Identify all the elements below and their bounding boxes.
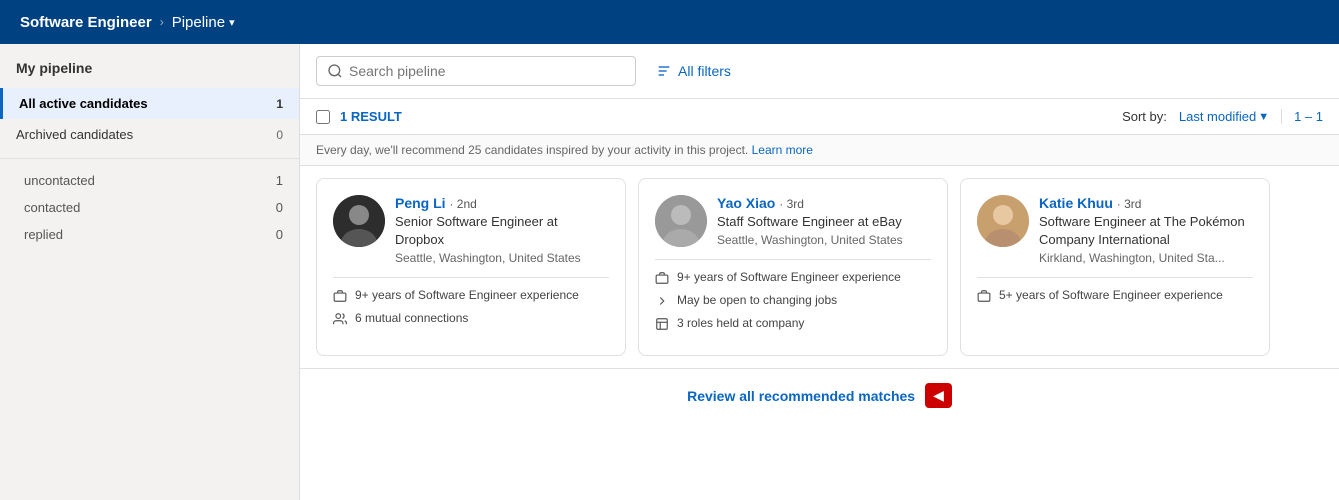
candidate-connections-text-0: 6 mutual connections — [355, 311, 468, 325]
experience-icon-2 — [977, 289, 991, 303]
connections-icon-0 — [333, 312, 347, 326]
card-divider-0a — [333, 277, 609, 278]
roles-icon-1 — [655, 317, 669, 331]
sidebar-sub-item-uncontacted[interactable]: uncontacted 1 — [0, 167, 299, 194]
card-experience-1: 9+ years of Software Engineer experience — [655, 270, 931, 285]
card-header-2: Katie Khuu · 3rd Software Engineer at Th… — [977, 195, 1253, 265]
card-experience-0: 9+ years of Software Engineer experience — [333, 288, 609, 303]
candidate-name-2[interactable]: Katie Khuu — [1039, 195, 1113, 211]
candidate-experience-text-2: 5+ years of Software Engineer experience — [999, 288, 1223, 302]
avatar-image-0 — [333, 195, 385, 247]
candidate-card-2: Katie Khuu · 3rd Software Engineer at Th… — [960, 178, 1270, 356]
sort-value-button[interactable]: Last modified ▼ — [1179, 109, 1269, 124]
sidebar-sub-replied-count: 0 — [276, 227, 283, 242]
sidebar-sub-item-contacted[interactable]: contacted 0 — [0, 194, 299, 221]
sidebar-item-archived-label: Archived candidates — [16, 127, 133, 142]
candidate-card-1: Yao Xiao · 3rd Staff Software Engineer a… — [638, 178, 948, 356]
card-divider-2a — [977, 277, 1253, 278]
card-connections-0: 6 mutual connections — [333, 311, 609, 326]
all-filters-button[interactable]: All filters — [648, 57, 739, 85]
card-open-1: May be open to changing jobs — [655, 293, 931, 308]
card-header-1: Yao Xiao · 3rd Staff Software Engineer a… — [655, 195, 931, 247]
review-all-link[interactable]: Review all recommended matches — [687, 388, 915, 404]
sidebar: My pipeline All active candidates 1 Arch… — [0, 44, 300, 500]
results-bar: 1 RESULT Sort by: Last modified ▼ 1 – 1 — [300, 99, 1339, 135]
candidate-location-0: Seattle, Washington, United States — [395, 251, 609, 265]
avatar-2 — [977, 195, 1029, 247]
sidebar-section-title: My pipeline — [0, 60, 299, 88]
app-header: Software Engineer › Pipeline ▾ — [0, 0, 1339, 44]
sidebar-sub-item-replied[interactable]: replied 0 — [0, 221, 299, 248]
experience-icon-0 — [333, 289, 347, 303]
cards-section: Peng Li · 2nd Senior Software Engineer a… — [300, 166, 1339, 368]
pagination: 1 – 1 — [1281, 109, 1323, 124]
recommended-banner: Every day, we'll recommend 25 candidates… — [300, 135, 1339, 166]
sidebar-item-all-active[interactable]: All active candidates 1 — [0, 88, 299, 119]
candidate-connection-2: · 3rd — [1117, 197, 1142, 211]
candidate-location-1: Seattle, Washington, United States — [717, 233, 931, 247]
candidate-connection-1: · 3rd — [779, 197, 804, 211]
experience-icon-1 — [655, 271, 669, 285]
sidebar-sub-contacted-count: 0 — [276, 200, 283, 215]
pipeline-dropdown-arrow: ▾ — [229, 16, 235, 29]
search-input[interactable] — [349, 63, 625, 79]
learn-more-link[interactable]: Learn more — [752, 143, 813, 157]
breadcrumb-role[interactable]: Software Engineer — [20, 14, 152, 31]
avatar-0 — [333, 195, 385, 247]
filters-icon — [656, 63, 672, 79]
card-roles-1: 3 roles held at company — [655, 316, 931, 331]
candidate-name-1[interactable]: Yao Xiao — [717, 195, 775, 211]
search-box[interactable] — [316, 56, 636, 86]
card-info-0: Peng Li · 2nd Senior Software Engineer a… — [395, 195, 609, 265]
candidate-experience-text-0: 9+ years of Software Engineer experience — [355, 288, 579, 302]
avatar-image-2 — [977, 195, 1029, 247]
candidate-title-1: Staff Software Engineer at eBay — [717, 213, 931, 231]
results-right: Sort by: Last modified ▼ 1 – 1 — [1122, 109, 1323, 124]
select-all-checkbox[interactable] — [316, 110, 330, 124]
results-left: 1 RESULT — [316, 109, 402, 124]
sidebar-sub-replied-label: replied — [24, 227, 63, 242]
card-header-0: Peng Li · 2nd Senior Software Engineer a… — [333, 195, 609, 265]
candidate-roles-text-1: 3 roles held at company — [677, 316, 804, 330]
candidate-card-0: Peng Li · 2nd Senior Software Engineer a… — [316, 178, 626, 356]
breadcrumb-pipeline[interactable]: Pipeline ▾ — [172, 14, 235, 31]
candidate-open-text-1: May be open to changing jobs — [677, 293, 837, 307]
card-experience-2: 5+ years of Software Engineer experience — [977, 288, 1253, 303]
card-divider-1a — [655, 259, 931, 260]
sort-label: Sort by: — [1122, 109, 1167, 124]
avatar-image-1 — [655, 195, 707, 247]
sidebar-item-all-active-label: All active candidates — [19, 96, 148, 111]
results-count: 1 RESULT — [340, 109, 402, 124]
main-content: All filters 1 RESULT Sort by: Last modif… — [300, 44, 1339, 500]
candidate-title-0: Senior Software Engineer at Dropbox — [395, 213, 609, 249]
breadcrumb-separator: › — [160, 15, 164, 29]
search-icon — [327, 63, 343, 79]
sidebar-item-archived[interactable]: Archived candidates 0 — [0, 119, 299, 150]
candidate-title-2: Software Engineer at The Pokémon Company… — [1039, 213, 1253, 249]
cards-grid: Peng Li · 2nd Senior Software Engineer a… — [316, 178, 1323, 356]
candidate-connection-0: · 2nd — [449, 197, 476, 211]
open-icon-1 — [655, 294, 669, 308]
review-area: Review all recommended matches ◀ — [300, 368, 1339, 422]
main-layout: My pipeline All active candidates 1 Arch… — [0, 44, 1339, 500]
filters-label: All filters — [678, 63, 731, 79]
sidebar-sub-contacted-label: contacted — [24, 200, 80, 215]
avatar-1 — [655, 195, 707, 247]
toolbar: All filters — [300, 44, 1339, 99]
review-arrow-badge: ◀ — [925, 383, 952, 408]
sidebar-item-archived-count: 0 — [276, 128, 283, 142]
card-info-1: Yao Xiao · 3rd Staff Software Engineer a… — [717, 195, 931, 247]
recommended-banner-text: Every day, we'll recommend 25 candidates… — [316, 143, 748, 157]
sidebar-sub-uncontacted-count: 1 — [276, 173, 283, 188]
sidebar-divider — [0, 158, 299, 159]
review-arrow-icon: ◀ — [933, 387, 944, 404]
candidate-name-0[interactable]: Peng Li — [395, 195, 446, 211]
candidate-location-2: Kirkland, Washington, United Sta... — [1039, 251, 1253, 265]
sidebar-sub-uncontacted-label: uncontacted — [24, 173, 95, 188]
sidebar-item-all-active-count: 1 — [276, 97, 283, 111]
candidate-experience-text-1: 9+ years of Software Engineer experience — [677, 270, 901, 284]
card-info-2: Katie Khuu · 3rd Software Engineer at Th… — [1039, 195, 1253, 265]
